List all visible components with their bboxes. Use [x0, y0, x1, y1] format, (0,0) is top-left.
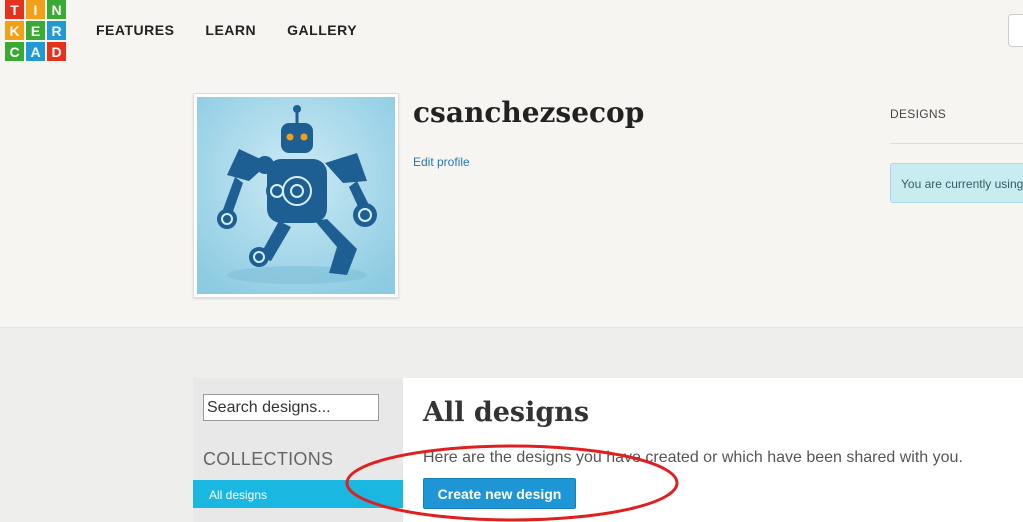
- header-search-box[interactable]: [1008, 14, 1023, 47]
- edit-profile-link[interactable]: Edit profile: [413, 155, 470, 169]
- collections-heading: COLLECTIONS: [203, 449, 334, 469]
- designs-tab[interactable]: DESIGNS: [890, 107, 946, 121]
- logo-letter: N: [47, 0, 66, 19]
- tinkercad-logo[interactable]: TIN KER CAD: [5, 0, 66, 61]
- page-title: All designs: [423, 397, 590, 428]
- logo-letter: I: [26, 0, 45, 19]
- search-designs-input[interactable]: [203, 394, 379, 421]
- logo-letter: R: [47, 21, 66, 40]
- logo-letter: K: [5, 21, 24, 40]
- nav-learn[interactable]: LEARN: [205, 22, 256, 38]
- notice-banner: You are currently using: [890, 163, 1023, 203]
- logo-letter: E: [26, 21, 45, 40]
- nav-gallery[interactable]: GALLERY: [287, 22, 357, 38]
- sidebar-item-all-designs[interactable]: All designs: [193, 480, 403, 508]
- avatar: [193, 93, 399, 298]
- profile-username: csanchezsecop: [413, 96, 645, 129]
- page-description: Here are the designs you have created or…: [423, 449, 963, 466]
- top-header: TIN KER CAD FEATURES LEARN GALLERY: [0, 0, 1023, 62]
- logo-letter: D: [47, 42, 66, 61]
- logo-letter: C: [5, 42, 24, 61]
- logo-letter: T: [5, 0, 24, 19]
- nav-features[interactable]: FEATURES: [96, 22, 174, 38]
- create-new-design-button[interactable]: Create new design: [423, 478, 576, 509]
- robot-avatar-icon: [197, 97, 395, 294]
- divider: [890, 143, 1023, 144]
- main-nav: FEATURES LEARN GALLERY: [96, 22, 357, 38]
- logo-letter: A: [26, 42, 45, 61]
